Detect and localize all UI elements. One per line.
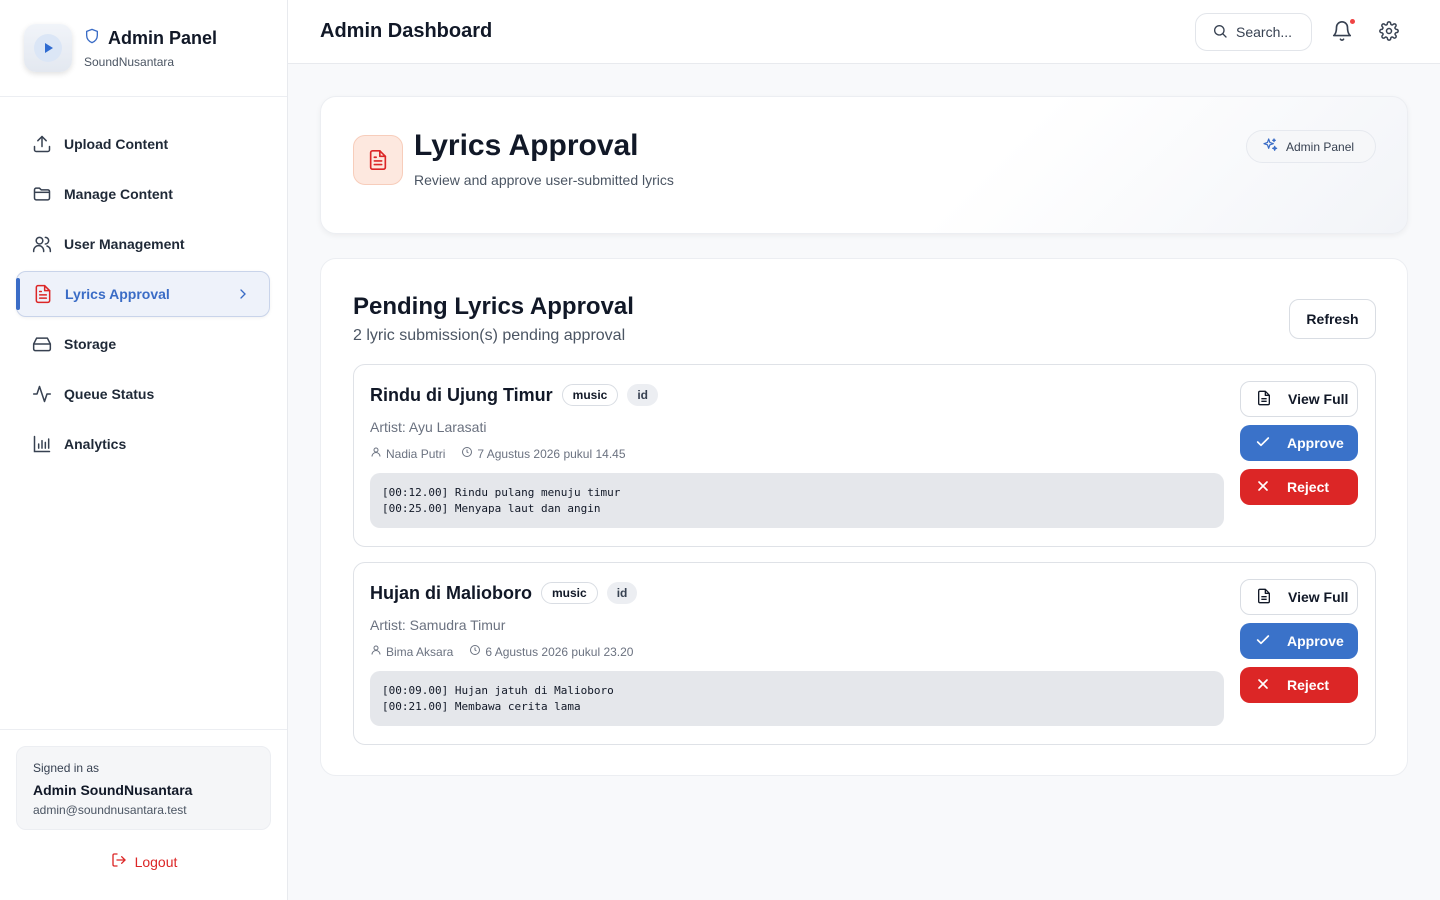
reject-button[interactable]: Reject bbox=[1240, 667, 1358, 703]
reject-label: Reject bbox=[1287, 479, 1330, 495]
approve-button[interactable]: Approve bbox=[1240, 623, 1358, 659]
folder-icon bbox=[32, 184, 52, 204]
clock-icon bbox=[469, 644, 485, 659]
pending-lyrics-panel: Pending Lyrics Approval 2 lyric submissi… bbox=[320, 258, 1408, 776]
language-tag: id bbox=[606, 582, 638, 604]
app-logo[interactable] bbox=[24, 24, 72, 72]
submission-meta: Bima Aksara 6 Agustus 2026 pukul 23.20 bbox=[370, 644, 633, 659]
close-icon bbox=[1255, 676, 1287, 695]
play-icon bbox=[34, 34, 62, 62]
sidebar-item-storage[interactable]: Storage bbox=[16, 321, 270, 367]
approve-label: Approve bbox=[1287, 435, 1344, 451]
sidebar-item-label: Analytics bbox=[64, 436, 127, 452]
bar-chart-icon bbox=[32, 434, 52, 454]
user-icon bbox=[370, 446, 386, 461]
sidebar-item-queue-status[interactable]: Queue Status bbox=[16, 371, 270, 417]
type-tag: music bbox=[541, 582, 598, 604]
account-card: Signed in as Admin SoundNusantara admin@… bbox=[16, 746, 271, 830]
sidebar-item-label: Upload Content bbox=[64, 136, 169, 152]
account-email: admin@soundnusantara.test bbox=[33, 803, 187, 817]
logout-label: Logout bbox=[134, 853, 178, 870]
sidebar: Admin Panel SoundNusantara Upload Conten… bbox=[0, 0, 288, 900]
hero-title: Lyrics Approval bbox=[414, 129, 639, 162]
artist-name: Artist: Ayu Larasati bbox=[370, 419, 487, 435]
submission-date: 6 Agustus 2026 pukul 23.20 bbox=[485, 644, 634, 659]
file-text-icon bbox=[353, 135, 403, 185]
shield-icon bbox=[84, 28, 108, 49]
file-icon bbox=[1256, 588, 1288, 607]
chevron-right-icon bbox=[235, 286, 251, 305]
reject-button[interactable]: Reject bbox=[1240, 469, 1358, 505]
view-full-button[interactable]: View Full bbox=[1240, 381, 1358, 417]
page-hero: Lyrics Approval Review and approve user-… bbox=[320, 96, 1408, 234]
view-full-label: View Full bbox=[1288, 391, 1349, 407]
brand-title: Admin Panel bbox=[108, 27, 218, 48]
approve-label: Approve bbox=[1287, 633, 1344, 649]
clock-icon bbox=[461, 446, 477, 461]
search-placeholder: Search... bbox=[1236, 24, 1293, 40]
sidebar-item-user-management[interactable]: User Management bbox=[16, 221, 270, 267]
check-icon bbox=[1255, 434, 1287, 453]
upload-icon bbox=[32, 134, 52, 154]
badge-label: Admin Panel bbox=[1286, 139, 1355, 154]
check-icon bbox=[1255, 632, 1287, 651]
sparkles-icon bbox=[1262, 137, 1286, 156]
panel-title: Pending Lyrics Approval bbox=[353, 293, 634, 320]
submitter-name: Bima Aksara bbox=[386, 644, 454, 659]
activity-icon bbox=[32, 384, 52, 404]
sidebar-item-label: Storage bbox=[64, 336, 117, 352]
gear-icon[interactable] bbox=[1379, 21, 1401, 43]
hero-subtitle: Review and approve user-submitted lyrics bbox=[414, 172, 674, 188]
users-icon bbox=[32, 234, 52, 254]
approve-button[interactable]: Approve bbox=[1240, 425, 1358, 461]
account-name: Admin SoundNusantara bbox=[33, 782, 193, 798]
reject-label: Reject bbox=[1287, 677, 1330, 693]
file-text-icon bbox=[33, 284, 53, 304]
song-title: Hujan di Malioboro bbox=[370, 582, 532, 603]
user-icon bbox=[370, 644, 386, 659]
song-title: Rindu di Ujung Timur bbox=[370, 384, 553, 405]
sidebar-item-lyrics-approval[interactable]: Lyrics Approval bbox=[16, 271, 270, 317]
page-title: Admin Dashboard bbox=[320, 20, 493, 42]
notification-dot bbox=[1350, 19, 1355, 24]
signed-in-label: Signed in as bbox=[33, 761, 100, 775]
submitter-name: Nadia Putri bbox=[386, 446, 446, 461]
lyrics-submission-card: Hujan di Malioboro music id Artist: Samu… bbox=[353, 562, 1376, 745]
type-tag: music bbox=[561, 384, 619, 406]
hard-drive-icon bbox=[32, 334, 52, 354]
lyrics-submission-card: Rindu di Ujung Timur music id Artist: Ay… bbox=[353, 364, 1376, 547]
close-icon bbox=[1255, 478, 1287, 497]
sidebar-nav: Upload Content Manage Content User Manag… bbox=[0, 97, 287, 467]
search-input[interactable]: Search... bbox=[1195, 13, 1312, 51]
sidebar-item-label: Manage Content bbox=[64, 186, 173, 202]
sidebar-item-label: Lyrics Approval bbox=[65, 286, 170, 302]
account-section: Signed in as Admin SoundNusantara admin@… bbox=[0, 729, 287, 846]
submission-date: 7 Agustus 2026 pukul 14.45 bbox=[477, 446, 626, 461]
logout-button[interactable]: Logout bbox=[0, 852, 288, 871]
language-tag: id bbox=[627, 384, 659, 406]
brand-subtitle: SoundNusantara bbox=[84, 54, 175, 69]
refresh-button[interactable]: Refresh bbox=[1289, 299, 1376, 339]
sidebar-item-label: User Management bbox=[64, 236, 185, 252]
view-full-label: View Full bbox=[1288, 589, 1349, 605]
artist-name: Artist: Samudra Timur bbox=[370, 617, 506, 633]
lyrics-preview: [00:09.00] Hujan jatuh di Malioboro [00:… bbox=[370, 671, 1224, 726]
panel-subtitle: 2 lyric submission(s) pending approval bbox=[353, 327, 626, 344]
search-icon bbox=[1212, 23, 1236, 42]
sidebar-item-manage-content[interactable]: Manage Content bbox=[16, 171, 270, 217]
view-full-button[interactable]: View Full bbox=[1240, 579, 1358, 615]
admin-panel-badge: Admin Panel bbox=[1246, 130, 1376, 163]
top-header: Admin Dashboard Search... bbox=[288, 0, 1440, 64]
sidebar-item-upload-content[interactable]: Upload Content bbox=[16, 121, 270, 167]
lyrics-preview: [00:12.00] Rindu pulang menuju timur [00… bbox=[370, 473, 1224, 528]
file-icon bbox=[1256, 390, 1288, 409]
logout-icon bbox=[111, 852, 135, 871]
sidebar-item-label: Queue Status bbox=[64, 386, 155, 402]
submission-meta: Nadia Putri 7 Agustus 2026 pukul 14.45 bbox=[370, 446, 626, 461]
brand: Admin Panel SoundNusantara bbox=[0, 0, 287, 97]
sidebar-item-analytics[interactable]: Analytics bbox=[16, 421, 270, 467]
